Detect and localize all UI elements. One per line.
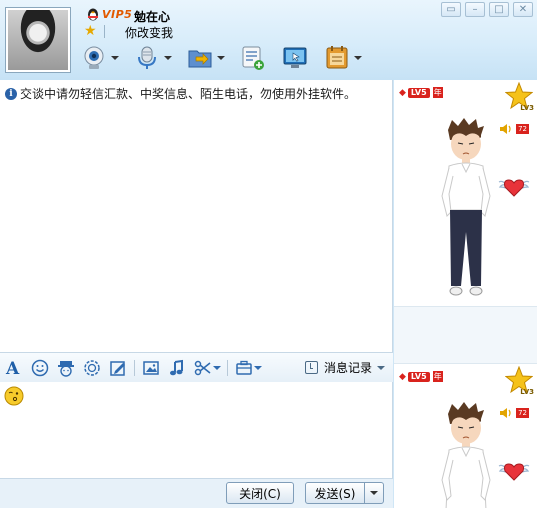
message-display[interactable]: i 交谈中请勿轻信汇款、中奖信息、陌生电话，勿使用外挂软件。: [0, 80, 393, 352]
contact-avatar[interactable]: [5, 7, 71, 73]
show-avatar-figure: [441, 118, 491, 296]
scrawl-icon[interactable]: [108, 358, 128, 378]
dropdown-arrow-icon[interactable]: [212, 365, 221, 370]
send-file-button[interactable]: [186, 44, 225, 72]
close-button[interactable]: 关闭(C): [226, 482, 294, 504]
magic-face-icon[interactable]: [56, 358, 76, 378]
dropdown-arrow-icon: [370, 491, 378, 495]
dropdown-arrow-icon[interactable]: [164, 56, 172, 60]
show-avatar-figure: [441, 402, 491, 508]
speaker-icon[interactable]: [499, 406, 513, 420]
shake-icon[interactable]: [82, 358, 102, 378]
image-icon[interactable]: [141, 358, 161, 378]
chat-toolbar: [80, 44, 376, 72]
contact-show[interactable]: ◆ LV5 年 LV3 72: [394, 80, 537, 306]
signature-text: 你改变我: [125, 26, 174, 40]
close-icon[interactable]: ✕: [513, 2, 533, 17]
level-badge: ◆ LV5 年: [399, 371, 443, 382]
speaker-icon[interactable]: [499, 122, 513, 136]
toolbar-separator: [134, 359, 135, 376]
font-icon[interactable]: A: [4, 358, 24, 378]
my-show[interactable]: ◆ LV5 年 LV3 72: [394, 364, 537, 508]
level-badge: ◆ LV5 年: [399, 87, 443, 98]
send-button[interactable]: 发送(S): [305, 482, 365, 504]
emoticon-icon[interactable]: [30, 358, 50, 378]
screenshot-icon[interactable]: [193, 358, 221, 378]
star-level-label: LV3: [520, 388, 534, 396]
security-notice-text: 交谈中请勿轻信汇款、中奖信息、陌生电话，勿使用外挂软件。: [20, 87, 357, 101]
maximize-icon[interactable]: □: [489, 2, 509, 17]
score-badge: 72: [516, 124, 529, 134]
svg-text:A: A: [5, 359, 20, 377]
winged-heart-icon[interactable]: [497, 176, 531, 198]
voice-button[interactable]: [133, 44, 172, 72]
level-label: LV5: [407, 371, 430, 382]
title-bar: VIP5 勉在心 ★ 你改变我 ▭ – □ ✕: [0, 0, 537, 80]
dropdown-arrow-icon[interactable]: [217, 56, 225, 60]
history-icon: [304, 361, 318, 374]
whistle-emoticon-icon: [4, 386, 24, 406]
dropdown-arrow-icon[interactable]: [377, 365, 385, 370]
level-label: LV5: [407, 87, 430, 98]
divider: [104, 25, 105, 38]
sms-button[interactable]: [239, 44, 267, 72]
remote-assist-button[interactable]: [281, 44, 309, 72]
restore-icon[interactable]: ▭: [441, 2, 461, 17]
dropdown-arrow-icon[interactable]: [253, 365, 262, 370]
message-input[interactable]: [0, 382, 393, 478]
webcam-icon: [84, 46, 104, 69]
app-box-button[interactable]: [323, 44, 362, 72]
dropdown-arrow-icon[interactable]: [354, 56, 362, 60]
winged-heart-icon[interactable]: [497, 460, 531, 482]
input-toolbar: A 消息记录: [0, 352, 393, 382]
history-label: 消息记录: [323, 361, 372, 375]
microphone-icon: [138, 46, 156, 69]
avatar-photo: [8, 10, 68, 70]
toolbar-separator: [227, 359, 228, 376]
dropdown-arrow-icon[interactable]: [111, 56, 119, 60]
apps-icon[interactable]: [234, 358, 262, 378]
score-badge: 72: [516, 408, 529, 418]
security-notice: i 交谈中请勿轻信汇款、中奖信息、陌生电话，勿使用外挂软件。: [5, 85, 356, 102]
contact-name: 勉在心: [134, 10, 171, 24]
info-icon: i: [5, 87, 17, 100]
minimize-icon[interactable]: –: [465, 2, 485, 17]
window-controls: ▭ – □ ✕: [441, 2, 533, 17]
star-icon: ★: [84, 23, 97, 39]
vip-badge: VIP5: [102, 8, 133, 21]
panel-separator: [394, 306, 537, 364]
app-box-icon: [326, 46, 348, 69]
send-file-icon: [188, 50, 212, 68]
sms-icon: [242, 46, 264, 70]
diamond-icon: ◆: [399, 371, 406, 382]
footer-bar: 关闭(C) 发送(S): [0, 478, 393, 508]
star-level-label: LV3: [520, 104, 534, 112]
qq-penguin-icon: [88, 8, 98, 21]
show-panel: ◆ LV5 年 LV3 72 ◆ LV5 年 LV3 72: [394, 80, 537, 508]
year-badge: 年: [432, 87, 443, 98]
send-options-button[interactable]: [364, 482, 384, 504]
diamond-icon: ◆: [399, 87, 406, 98]
music-icon[interactable]: [167, 358, 187, 378]
year-badge: 年: [432, 371, 443, 382]
remote-assist-icon: [283, 47, 307, 68]
message-history-button[interactable]: 消息记录: [304, 359, 385, 376]
webcam-button[interactable]: [80, 44, 119, 72]
